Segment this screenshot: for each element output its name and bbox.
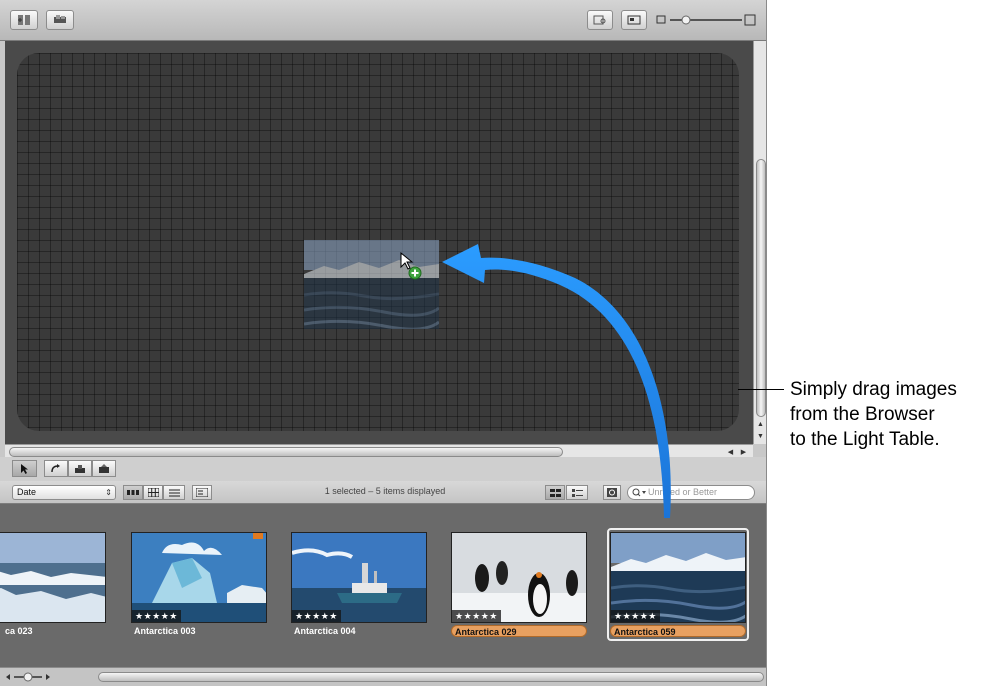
arrow-pointer-icon <box>20 463 28 474</box>
scroll-left-arrow-icon[interactable]: ◀ <box>725 446 736 457</box>
vertical-scroll-thumb[interactable] <box>756 159 766 417</box>
light-table-icon <box>54 15 66 23</box>
rotate-tool-button[interactable] <box>44 460 68 477</box>
grid-thumbnail-button[interactable] <box>545 485 565 500</box>
light-table <box>5 41 753 444</box>
search-placeholder: Unrated or Better <box>648 487 718 497</box>
rating-stars: ★★★★★ <box>292 610 341 622</box>
thumbnail-size-slider[interactable] <box>6 671 50 683</box>
status-text: 1 selected – 5 items displayed <box>324 486 446 496</box>
viewer-icon <box>593 15 606 25</box>
rating-stars: ★★★★★ <box>611 610 660 622</box>
browser-view-button[interactable] <box>621 10 647 30</box>
cursor-icon <box>400 251 414 270</box>
zoom-slider[interactable] <box>656 13 756 27</box>
scroll-up-arrow-icon[interactable]: ▲ <box>755 419 766 430</box>
filmstrip-icon <box>127 490 139 495</box>
rotate-icon <box>51 463 60 472</box>
browser: ★ ca 023 ★★★★★ Antarctica 003 <box>0 504 766 667</box>
thumbnail-caption: Antarctica 029 <box>451 625 587 637</box>
callout-text: Simply drag images from the Browser to t… <box>790 379 957 450</box>
tools-bar <box>0 457 766 481</box>
list-view-button[interactable] <box>163 485 185 500</box>
thumbnail-image[interactable]: ★★★★★ <box>131 532 267 623</box>
selection-tool-button[interactable] <box>12 460 37 477</box>
thumbnail-image[interactable]: ★ <box>0 532 106 623</box>
grid-icon <box>147 488 159 497</box>
metadata-icon <box>196 488 208 497</box>
crop-tool-button[interactable] <box>68 460 92 477</box>
thumbnail-image-selected[interactable]: ★★★★★ <box>610 532 746 623</box>
thumbnail-caption: Antarctica 059 <box>610 625 746 637</box>
scroll-down-arrow-icon[interactable]: ▼ <box>755 431 766 442</box>
zoom-slider-knob[interactable] <box>681 15 691 25</box>
scroll-right-arrow-icon[interactable]: ▶ <box>738 446 749 457</box>
thumbnail-caption: Antarctica 003 <box>134 626 196 636</box>
stamp-icon <box>75 464 85 473</box>
horizontal-scroll-thumb[interactable] <box>9 447 563 457</box>
flag-icon <box>253 533 263 539</box>
thumbnail-image[interactable]: ★★★★★ <box>451 532 587 623</box>
search-icon <box>632 488 646 497</box>
rating-stars: ★★★★★ <box>452 610 501 622</box>
lift-stamp-button[interactable] <box>92 460 116 477</box>
thumbnail-caption: ca 023 <box>5 626 33 636</box>
browser-scroll-thumb[interactable] <box>98 672 764 682</box>
import-button[interactable] <box>10 10 38 30</box>
browser-view-icon <box>627 15 641 25</box>
browser-toolbar: Date ⇕ 1 selected – 5 items displayed Un… <box>0 481 766 504</box>
show-metadata-button[interactable] <box>192 485 212 500</box>
light-table-vertical-scrollbar[interactable]: ▲ ▼ <box>753 41 766 444</box>
small-image-icon <box>656 15 666 24</box>
sort-select-value: Date <box>17 487 37 497</box>
browser-scrollbar[interactable] <box>0 667 766 686</box>
grid-thumbnail-icon <box>549 488 561 497</box>
list-icon <box>168 489 180 496</box>
rating-stars: ★★★★★ <box>132 610 181 622</box>
light-table-horizontal-scrollbar[interactable]: ◀ ▶ <box>5 444 753 458</box>
list-thumbnail-button[interactable] <box>566 485 588 500</box>
list-thumbnail-icon <box>571 488 583 497</box>
viewer-button[interactable] <box>587 10 613 30</box>
filmstrip-view-button[interactable] <box>123 485 143 500</box>
large-image-icon <box>744 14 756 26</box>
grid-view-button[interactable] <box>143 485 163 500</box>
aperture-window: ▲ ▼ ◀ ▶ Date ⇕ 1 selected – 5 items disp… <box>0 0 767 686</box>
light-table-button[interactable] <box>46 10 74 30</box>
import-icon <box>18 15 30 25</box>
callout-leader-line <box>738 389 784 390</box>
filter-icon <box>607 488 617 497</box>
lift-icon <box>99 463 109 473</box>
thumbnail-image[interactable]: ★★★★★ <box>291 532 427 623</box>
chevron-updown-icon: ⇕ <box>105 488 112 497</box>
filter-hud-button[interactable] <box>603 485 621 500</box>
sort-select[interactable]: Date ⇕ <box>12 485 116 500</box>
top-toolbar <box>0 0 766 41</box>
thumbnail-caption: Antarctica 004 <box>294 626 356 636</box>
search-field[interactable]: Unrated or Better <box>627 485 755 500</box>
